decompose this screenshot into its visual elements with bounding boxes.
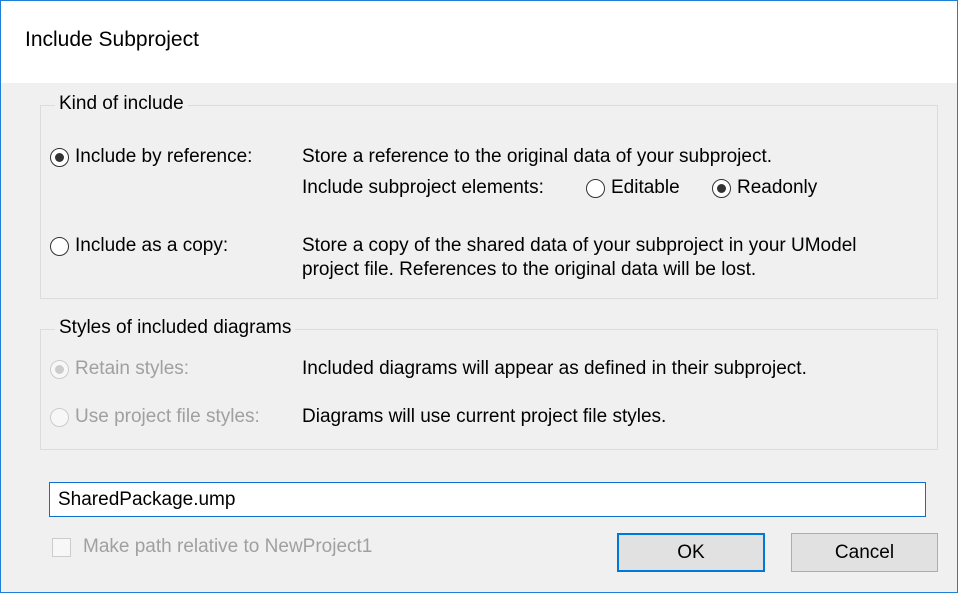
include-as-copy-label: Include as a copy: [75,235,229,256]
editable-label: Editable [611,177,680,198]
use-project-file-styles-radio[interactable]: Use project file styles: [50,406,260,428]
dialog-title: Include Subproject [25,28,199,51]
radio-circle-icon [50,236,69,256]
make-path-relative-label: Make path relative to NewProject1 [83,536,373,557]
title-bar: Include Subproject [1,1,957,83]
radio-circle-icon [712,178,731,198]
retain-styles-description: Included diagrams will appear as defined… [302,358,807,379]
cancel-button[interactable]: Cancel [791,533,938,572]
retain-styles-label: Retain styles: [75,358,190,379]
include-as-copy-description-line2: project file. References to the original… [302,259,757,280]
radio-circle-icon [586,178,605,198]
include-by-reference-description: Store a reference to the original data o… [302,146,772,167]
include-as-copy-description-line1: Store a copy of the shared data of your … [302,235,857,256]
checkbox-box-icon [52,537,71,557]
ok-button[interactable]: OK [617,533,765,572]
include-by-reference-radio[interactable]: Include by reference: [50,146,252,168]
readonly-label: Readonly [737,177,818,198]
styles-group [40,329,938,450]
kind-of-include-legend: Kind of include [55,93,188,115]
include-as-copy-radio[interactable]: Include as a copy: [50,235,228,257]
radio-circle-icon [50,359,69,379]
editable-radio[interactable]: Editable [586,177,680,199]
readonly-radio[interactable]: Readonly [712,177,817,199]
styles-group-legend: Styles of included diagrams [55,317,296,339]
include-subproject-elements-label: Include subproject elements: [302,177,544,198]
use-project-file-styles-description: Diagrams will use current project file s… [302,406,667,427]
use-project-file-styles-label: Use project file styles: [75,406,260,427]
subproject-path-input[interactable] [49,482,926,517]
radio-circle-icon [50,407,69,427]
include-subproject-dialog: Include Subproject Kind of include Inclu… [0,0,958,593]
make-path-relative-checkbox[interactable]: Make path relative to NewProject1 [52,536,372,558]
radio-circle-icon [50,147,69,167]
include-by-reference-label: Include by reference: [75,146,253,167]
retain-styles-radio[interactable]: Retain styles: [50,358,189,380]
